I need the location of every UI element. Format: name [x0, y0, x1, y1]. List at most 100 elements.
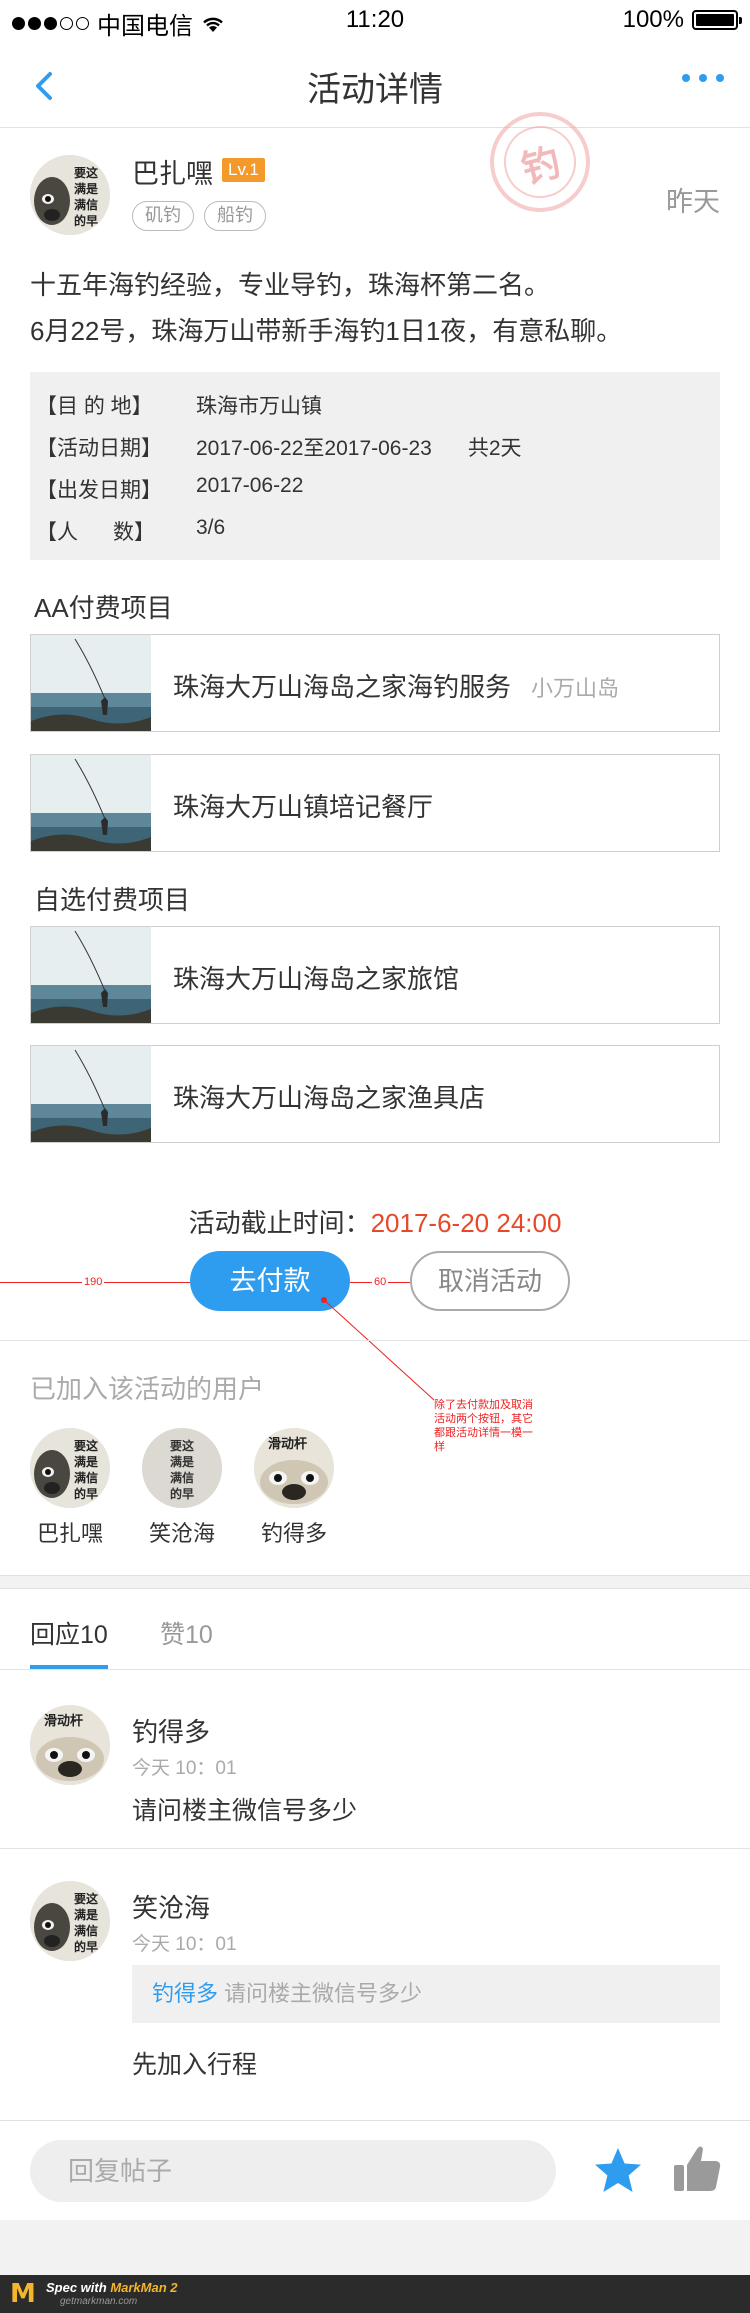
- section-divider: [0, 1575, 750, 1589]
- pug-face-avatar-icon: 滑动杆: [254, 1428, 334, 1508]
- svg-text:要这: 要这: [170, 1438, 194, 1453]
- svg-text:滑动杆: 滑动杆: [44, 1713, 83, 1729]
- divider: [0, 1848, 750, 1849]
- info-label: 【人 数】: [36, 521, 156, 544]
- svg-text:满是: 满是: [74, 181, 99, 196]
- spec-note: 除了去付款加及取消活动两个按钮，其它都跟活动详情一模一样: [434, 1399, 533, 1453]
- aa-item-card[interactable]: 珠海大万山海岛之家海钓服务 小万山岛: [30, 634, 720, 732]
- svg-text:满信: 满信: [74, 197, 98, 212]
- more-dots-icon[interactable]: [682, 74, 724, 82]
- info-value: 2017-06-22至2017-06-23: [196, 437, 432, 460]
- info-depart-date-row: 【出发日期】 2017-06-22: [36, 474, 303, 504]
- star-icon[interactable]: [592, 2145, 644, 2197]
- info-label: 【目 的 地】: [36, 395, 153, 418]
- quoted-comment[interactable]: 钓得多 请问楼主微信号多少: [132, 1965, 720, 2023]
- quoted-text: 请问楼主微信号多少: [224, 1981, 423, 2006]
- fishing-photo-thumbnail: [31, 755, 151, 851]
- battery-percent: 100%: [622, 6, 684, 33]
- text-avatar-icon: 要这 满是 满信 的早: [142, 1428, 222, 1508]
- deadline-label: 活动截止时间：: [188, 1208, 371, 1238]
- spec-measure-middle: 60: [372, 1276, 389, 1288]
- tag-rock-fishing: 矶钓: [132, 201, 194, 231]
- joined-user-avatar[interactable]: 要这 满是 满信 的早: [142, 1428, 222, 1508]
- info-activity-date-row: 【活动日期】 2017-06-22至2017-06-23 共2天: [36, 432, 522, 462]
- svg-text:要这: 要这: [74, 1438, 98, 1453]
- seal-stamp-icon: 钓: [490, 112, 590, 212]
- spec-pointer-line: [321, 1297, 435, 1401]
- tab-likes[interactable]: 赞10: [160, 1615, 213, 1651]
- fishing-photo-thumbnail: [31, 1046, 151, 1142]
- post-text-line-1: 十五年海钓经验，专业导钓，珠海杯第二名。: [30, 270, 551, 300]
- svg-text:要这: 要这: [74, 1891, 98, 1906]
- svg-text:的早: 的早: [74, 1486, 98, 1501]
- optional-section-title: 自选付费项目: [34, 885, 191, 915]
- svg-text:满是: 满是: [74, 1454, 99, 1469]
- comment-time: 今天 10：01: [132, 1758, 237, 1779]
- pug-avatar-icon: 要这 满是 满信 的早: [30, 155, 110, 235]
- aa-item-sub: 小万山岛: [531, 676, 620, 701]
- comment-text: 请问楼主微信号多少: [132, 1797, 358, 1825]
- markman-site: getmarkman.com: [60, 2296, 138, 2307]
- fishing-photo-thumbnail: [31, 927, 151, 1023]
- tab-replies[interactable]: 回应10: [30, 1615, 108, 1651]
- reply-bar: 回复帖子: [0, 2120, 750, 2220]
- comment-avatar[interactable]: 要这 满是 满信 的早: [30, 1881, 110, 1961]
- markman-caption: Spec with MarkMan 2: [46, 2280, 178, 2295]
- info-days: 共2天: [467, 437, 522, 460]
- info-value: 珠海市万山镇: [196, 395, 322, 418]
- pug-avatar-icon: 要这 满是 满信 的早: [30, 1881, 110, 1961]
- optional-item-card[interactable]: 珠海大万山海岛之家渔具店: [30, 1045, 720, 1143]
- comment-avatar[interactable]: 滑动杆: [30, 1705, 110, 1785]
- spec-measure-left: 190: [82, 1276, 105, 1288]
- post-text-line-2: 6月22号，珠海万山带新手海钓1日1夜，有意私聊。: [30, 316, 623, 346]
- info-destination-row: 【目 的 地】 珠海市万山镇: [36, 390, 322, 420]
- aa-section-title: AA付费项目: [34, 593, 173, 623]
- divider: [0, 1340, 750, 1341]
- comment-user-name[interactable]: 钓得多: [132, 1712, 210, 1749]
- tag-boat-fishing: 船钓: [204, 201, 266, 231]
- info-value: 3/6: [196, 516, 226, 539]
- joined-user-avatar[interactable]: 滑动杆: [254, 1428, 334, 1508]
- aa-item-card[interactable]: 珠海大万山镇培记餐厅: [30, 754, 720, 852]
- svg-text:的早: 的早: [74, 213, 98, 228]
- svg-text:滑动杆: 滑动杆: [268, 1436, 307, 1452]
- optional-item-card[interactable]: 珠海大万山海岛之家旅馆: [30, 926, 720, 1024]
- joined-user-name: 巴扎嘿: [36, 1521, 103, 1546]
- quoted-user[interactable]: 钓得多: [152, 1981, 218, 2006]
- post-time: 昨天: [666, 187, 720, 217]
- status-bar: 中国电信 11:20 100%: [0, 0, 750, 40]
- comment-user-name[interactable]: 笑沧海: [132, 1888, 210, 1925]
- svg-text:满是: 满是: [170, 1454, 195, 1469]
- info-label: 【出发日期】: [36, 479, 162, 502]
- joined-user-name: 钓得多: [260, 1521, 327, 1546]
- author-avatar[interactable]: 要这 满是 满信 的早: [30, 155, 110, 235]
- optional-item-name: 珠海大万山海岛之家渔具店: [173, 1083, 486, 1113]
- pug-avatar-icon: 要这 满是 满信 的早: [30, 1428, 110, 1508]
- reply-input[interactable]: 回复帖子: [30, 2140, 556, 2202]
- svg-text:满信: 满信: [74, 1470, 98, 1485]
- divider: [0, 1669, 750, 1670]
- svg-text:满信: 满信: [74, 1923, 98, 1938]
- aa-item-name-text: 珠海大万山海岛之家海钓服务: [173, 672, 512, 702]
- svg-text:的早: 的早: [170, 1486, 194, 1501]
- pug-face-avatar-icon: 滑动杆: [30, 1705, 110, 1785]
- activity-info-box: 【目 的 地】 珠海市万山镇 【活动日期】 2017-06-22至2017-06…: [30, 372, 720, 560]
- page-title: 活动详情: [307, 71, 443, 109]
- optional-item-name: 珠海大万山海岛之家旅馆: [173, 964, 460, 994]
- info-value: 2017-06-22: [196, 474, 304, 497]
- svg-text:满信: 满信: [170, 1470, 194, 1485]
- markman-spec-with: Spec with: [46, 2280, 107, 2295]
- svg-text:的早: 的早: [74, 1939, 98, 1954]
- info-label: 【活动日期】: [36, 437, 162, 460]
- aa-item-name: 珠海大万山海岛之家海钓服务 小万山岛: [173, 667, 619, 704]
- markman-brand: MarkMan 2: [110, 2280, 178, 2295]
- joined-user-avatar[interactable]: 要这 满是 满信 的早: [30, 1428, 110, 1508]
- bottom-spacer: [0, 2220, 750, 2275]
- comment-time: 今天 10：01: [132, 1934, 237, 1955]
- deadline-value: 2017-6-20 24:00: [370, 1208, 562, 1238]
- info-people-row: 【人 数】 3/6: [36, 516, 225, 546]
- author-name[interactable]: 巴扎嘿: [132, 152, 213, 191]
- battery-icon: [692, 10, 742, 30]
- thumbs-up-icon[interactable]: [672, 2143, 722, 2195]
- markman-footer: M Spec with MarkMan 2 getmarkman.com: [0, 2275, 750, 2313]
